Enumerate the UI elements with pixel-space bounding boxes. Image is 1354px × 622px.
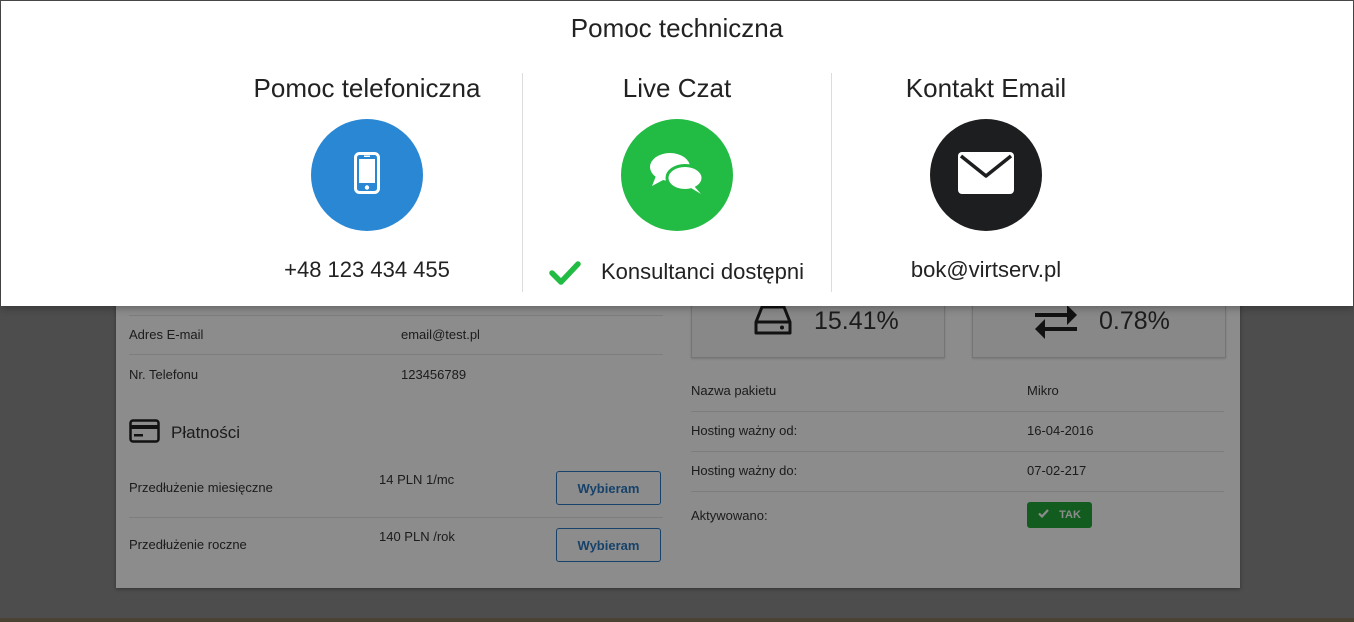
divider — [691, 491, 1224, 492]
divider — [129, 517, 663, 518]
consultants-status: Konsultanci dostępni — [601, 259, 805, 284]
choose-monthly-button[interactable]: Wybieram — [556, 471, 661, 505]
chat-bubbles-icon — [648, 150, 706, 201]
package-name-value: Mikro — [1027, 383, 1059, 398]
email-circle[interactable] — [930, 119, 1042, 231]
transfer-value: 0.78% — [1099, 307, 1170, 335]
support-modal: Pomoc techniczna Pomoc telefoniczna +48 … — [1, 1, 1353, 306]
disk-usage-value: 15.41% — [814, 307, 899, 335]
phone-label: Nr. Telefonu — [129, 367, 199, 382]
email-value: email@test.pl — [401, 327, 480, 342]
valid-to-label: Hosting ważny do: — [691, 463, 798, 478]
modal-title: Pomoc techniczna — [570, 13, 784, 43]
monthly-renewal-label: Przedłużenie miesięczne — [129, 480, 273, 495]
valid-from-label: Hosting ważny od: — [691, 423, 798, 438]
valid-to-value: 07-02-217 — [1027, 463, 1087, 478]
phone-circle[interactable] — [311, 119, 423, 231]
checkmark-icon — [549, 260, 581, 291]
divider — [691, 411, 1224, 412]
bottom-strip — [0, 618, 1354, 622]
monthly-renewal-price: 14 PLN 1/mc — [379, 472, 455, 487]
divider — [691, 451, 1224, 452]
yearly-renewal-label: Przedłużenie roczne — [129, 537, 247, 552]
hard-drive-icon — [754, 304, 792, 341]
payments-heading: Płatności — [171, 423, 240, 442]
transfer-arrows-icon — [1033, 303, 1079, 344]
live-chat-title: Live Czat — [622, 73, 732, 103]
credit-card-icon — [129, 419, 160, 448]
valid-from-value: 16-04-2016 — [1027, 423, 1094, 438]
live-chat-circle[interactable] — [621, 119, 733, 231]
smartphone-icon — [354, 151, 380, 199]
email-label: Adres E-mail — [129, 327, 204, 342]
phone-number[interactable]: +48 123 434 455 — [213, 257, 521, 283]
phone-value: 123456789 — [401, 367, 467, 382]
activated-badge-text: TAK — [1059, 509, 1081, 521]
choose-yearly-button[interactable]: Wybieram — [556, 528, 661, 562]
phone-support-column: Pomoc telefoniczna +48 123 434 455 — [213, 73, 521, 291]
email-contact-column: Kontakt Email bok@virtserv.pl — [832, 73, 1140, 291]
envelope-icon — [957, 151, 1015, 200]
activated-badge: TAK — [1027, 502, 1092, 528]
divider — [129, 315, 663, 316]
yearly-renewal-price: 140 PLN /rok — [379, 529, 455, 544]
package-name-label: Nazwa pakietu — [691, 383, 777, 398]
phone-support-title: Pomoc telefoniczna — [253, 73, 481, 103]
checkmark-icon — [1038, 509, 1049, 521]
email-contact-title: Kontakt Email — [905, 73, 1067, 103]
live-chat-column: Live Czat Konsultanci dostępni — [523, 73, 831, 291]
email-address[interactable]: bok@virtserv.pl — [832, 257, 1140, 283]
activated-label: Aktywowano: — [691, 508, 768, 523]
divider — [129, 354, 663, 355]
